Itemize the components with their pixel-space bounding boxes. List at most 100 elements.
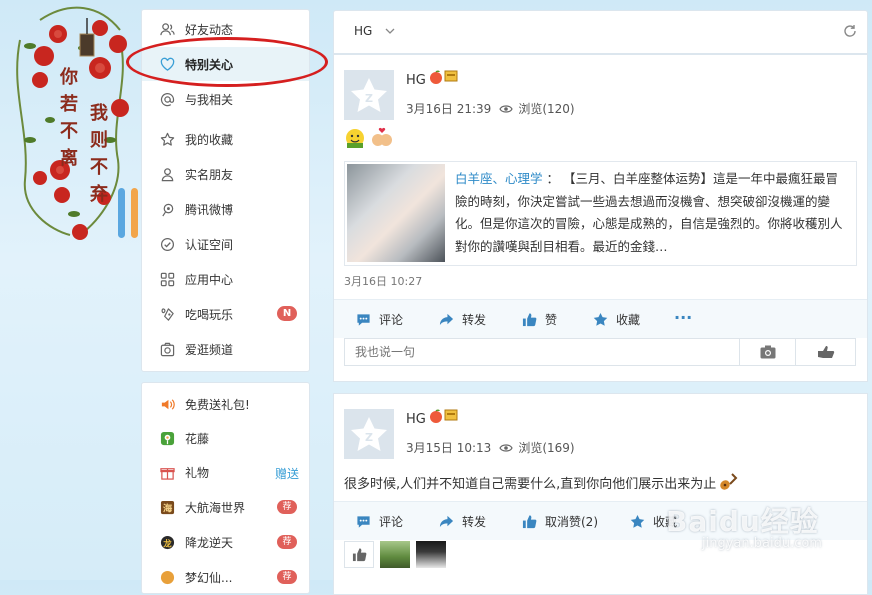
user-badges xyxy=(429,70,458,84)
views-label: 浏览(120) xyxy=(518,102,575,116)
hand-point-icon xyxy=(817,346,834,358)
friends-icon xyxy=(159,21,175,37)
app-item-label: 降龙逆天 xyxy=(185,535,234,550)
app-item-free-gift[interactable]: 免费送礼包! xyxy=(142,387,309,421)
star-icon xyxy=(630,514,645,528)
thumbs-up-icon xyxy=(522,313,537,327)
app-item-voyage-world[interactable]: 海 大航海世界 荐 xyxy=(142,490,309,524)
sidebar-item-verified-space[interactable]: 认证空间 xyxy=(142,227,309,261)
post-meta: 3月16日 21:39 浏览(120) xyxy=(406,100,575,117)
watermark: Baidu经验 jingyan.baidu.com xyxy=(666,500,822,551)
poem-char: 则 xyxy=(90,130,108,151)
feed-post: Z HG 3月15日 10:13 浏览(169) 很多时候,人们并不知道自己需要… xyxy=(333,393,868,595)
post-date: 3月15日 10:13 xyxy=(406,441,492,455)
refresh-icon[interactable] xyxy=(843,24,857,38)
guitar-emoji-icon xyxy=(720,473,738,490)
like-button[interactable]: 赞 xyxy=(522,311,557,328)
sidebar-item-label: 爱逛频道 xyxy=(185,342,234,357)
smiley-emoji-icon xyxy=(346,129,364,148)
liker-avatar[interactable] xyxy=(416,541,446,568)
app-item-label: 花藤 xyxy=(185,431,210,446)
avatar[interactable]: Z xyxy=(344,70,394,120)
star-icon xyxy=(593,312,608,326)
new-badge: N xyxy=(277,306,297,321)
post-time: 3月16日 10:27 xyxy=(344,275,423,288)
sidebar-item-label: 认证空间 xyxy=(185,237,234,252)
sea-icon: 海 xyxy=(159,499,175,515)
comment-button[interactable]: 评论 xyxy=(356,513,403,530)
chevron-down-icon[interactable] xyxy=(384,25,396,37)
quick-like-button[interactable] xyxy=(796,338,856,366)
kiss-emoji-icon xyxy=(372,127,392,146)
avatar[interactable]: Z xyxy=(344,409,394,459)
favorite-button[interactable]: 收藏 xyxy=(593,311,640,328)
comment-icon xyxy=(357,516,370,528)
poem-char: 你 xyxy=(60,67,78,88)
fantasy-icon xyxy=(159,569,175,585)
svg-text:海: 海 xyxy=(162,502,172,514)
dragon-icon: 龙 xyxy=(159,534,175,550)
feed-user-selector[interactable]: HG xyxy=(354,24,372,38)
sidebar-item-mentions[interactable]: 与我相关 xyxy=(142,82,309,116)
poem-char: 不 xyxy=(60,121,78,142)
send-gift-link[interactable]: 赠送 xyxy=(275,465,299,482)
author-name[interactable]: HG xyxy=(406,73,426,88)
watermark-url: jingyan.baidu.com xyxy=(702,536,822,551)
photo-button[interactable] xyxy=(740,338,796,366)
app-item-label: 梦幻仙... xyxy=(185,570,233,585)
food-icon xyxy=(159,306,175,322)
shared-author-link[interactable]: 白羊座、心理学 xyxy=(455,171,543,186)
comment-input[interactable] xyxy=(344,338,740,366)
forward-button[interactable]: 转发 xyxy=(439,513,486,530)
thumbs-up-icon xyxy=(352,548,366,562)
poem-char: 离 xyxy=(60,148,78,169)
forward-button[interactable]: 转发 xyxy=(439,311,486,328)
user-badges xyxy=(429,409,458,423)
emoji-row xyxy=(344,127,394,149)
post-meta: 3月15日 10:13 浏览(169) xyxy=(406,439,575,456)
sidebar-item-food-fun[interactable]: 吃喝玩乐 N xyxy=(142,297,309,331)
watermark-logo: Baidu经验 xyxy=(666,505,819,538)
sidebar-item-shopping-channel[interactable]: 爱逛频道 xyxy=(142,332,309,366)
poem-char: 若 xyxy=(60,94,78,115)
views-count: 浏览(169) xyxy=(499,439,575,456)
more-button[interactable]: ··· xyxy=(674,308,692,327)
flower-icon xyxy=(159,430,175,446)
sidebar-item-label: 应用中心 xyxy=(185,272,234,287)
forward-icon xyxy=(439,313,454,326)
comment-button[interactable]: 评论 xyxy=(356,311,403,328)
author-name[interactable]: HG xyxy=(406,412,426,427)
sidebar-item-favorites[interactable]: 我的收藏 xyxy=(142,122,309,156)
liker-avatar[interactable] xyxy=(380,541,410,568)
post-action-bar: 评论 转发 赞 收藏 ··· xyxy=(334,299,867,338)
comment-icon xyxy=(357,314,370,326)
shared-post-card[interactable]: 白羊座、心理学 ： 【三月、白羊座整体运势】這是一年中最瘋狂最冒險的時刻，你決定… xyxy=(344,161,857,266)
shared-post-thumbnail[interactable] xyxy=(347,164,445,262)
svg-text:Z: Z xyxy=(365,92,373,105)
app-item-fantasy[interactable]: 梦幻仙... 荐 xyxy=(142,560,309,594)
app-item-huateng[interactable]: 花藤 xyxy=(142,421,309,455)
post-date: 3月16日 21:39 xyxy=(406,102,492,116)
camera-icon xyxy=(159,341,175,357)
forward-icon xyxy=(439,515,454,528)
sidebar-item-app-center[interactable]: 应用中心 xyxy=(142,262,309,296)
verified-icon xyxy=(159,236,175,252)
svg-text:龙: 龙 xyxy=(162,538,172,548)
recommend-badge: 荐 xyxy=(277,570,297,584)
camera-icon xyxy=(760,345,775,359)
poem-char: 我 xyxy=(90,103,108,124)
at-icon xyxy=(159,91,175,107)
app-item-label: 免费送礼包! xyxy=(185,397,250,412)
views-count: 浏览(120) xyxy=(499,100,575,117)
sidebar-item-label: 实名朋友 xyxy=(185,167,234,182)
app-item-gift[interactable]: 礼物 赠送 xyxy=(142,455,309,489)
like-indicator xyxy=(344,541,374,568)
sidebar-item-label: 腾讯微博 xyxy=(185,202,234,217)
unlike-button[interactable]: 取消赞(2) xyxy=(522,513,598,530)
eye-icon xyxy=(499,104,513,113)
sidebar-item-real-name-friends[interactable]: 实名朋友 xyxy=(142,157,309,191)
poem-char: 弃 xyxy=(90,184,108,205)
sidebar-item-tencent-weibo[interactable]: 腾讯微博 xyxy=(142,192,309,226)
app-item-dragon[interactable]: 龙 降龙逆天 荐 xyxy=(142,525,309,559)
id-card-icon xyxy=(159,166,175,182)
